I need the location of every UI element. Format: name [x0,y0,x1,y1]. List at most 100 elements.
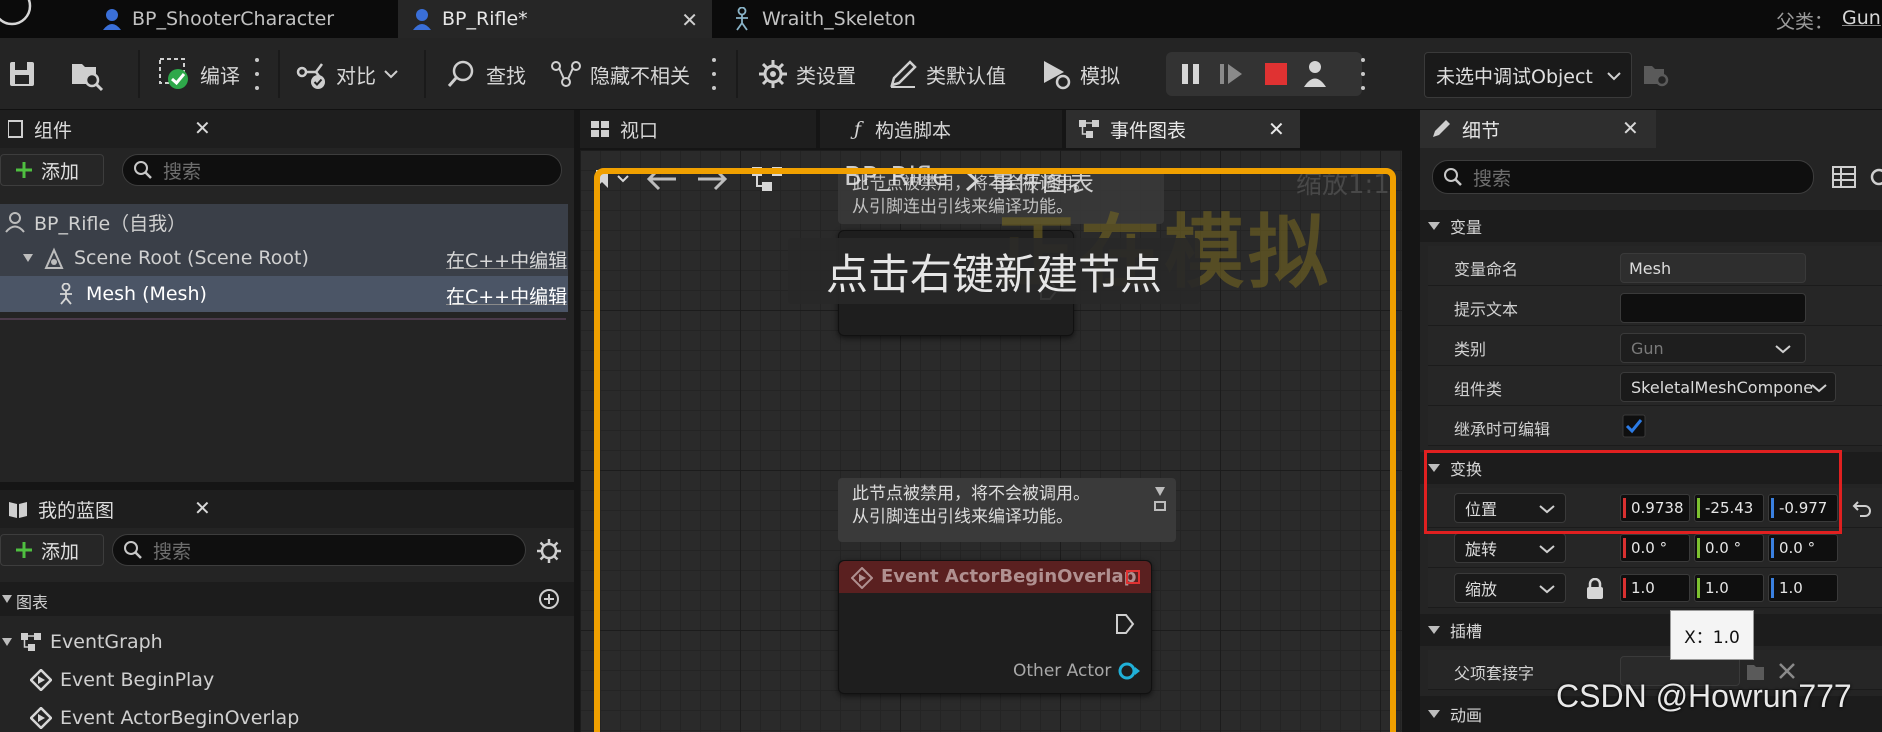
debug-object-dropdown[interactable]: 未选中调试Object [1424,52,1632,98]
location-z-input[interactable]: -0.977 [1768,494,1838,522]
scale-z-input[interactable]: 1.0 [1768,574,1838,602]
simulate-button[interactable]: 模拟 [1040,54,1120,94]
location-dropdown[interactable]: 位置 [1454,493,1566,523]
table-view-icon[interactable] [1832,166,1856,188]
scale-dropdown[interactable]: 缩放 [1454,573,1566,603]
find-button[interactable]: 查找 [446,54,526,94]
graph-node-actor-begin-overlap[interactable]: Event ActorBeginOverlap Other Actor [838,560,1152,694]
back-arrow-icon[interactable] [646,166,678,192]
graphs-section-header[interactable]: 图表 [0,582,574,616]
details-tab[interactable]: 细节 [1420,110,1656,148]
rotation-y-input[interactable]: 0.0 ° [1694,534,1764,562]
close-components-icon[interactable]: ✕ [194,116,211,140]
close-my-blueprint-icon[interactable]: ✕ [194,496,211,520]
my-blueprint-search-input[interactable]: 搜索 [112,534,526,566]
close-tab-icon[interactable]: ✕ [681,8,698,32]
edit-in-cpp-link[interactable]: 在C++中编辑 [446,246,567,273]
browse-icon[interactable] [70,58,104,92]
chevron-down-icon [1539,505,1555,514]
graph-item-eventgraph[interactable]: EventGraph [0,624,574,660]
class-defaults-button[interactable]: 类默认值 [888,54,1006,94]
component-class-dropdown[interactable]: SkeletalMeshCompone [1620,372,1836,402]
location-y-input[interactable]: -25.43 [1694,494,1764,522]
lock-icon[interactable] [1586,578,1604,600]
tab-construction-script[interactable]: ƒ 构造脚本 [820,110,1062,148]
section-sockets[interactable]: 插槽 [1420,614,1882,646]
diff-button[interactable]: 对比 [296,54,398,94]
close-tab-icon[interactable]: ✕ [1268,117,1285,141]
rotation-z-input[interactable]: 0.0 ° [1768,534,1838,562]
pin-icon[interactable] [1152,484,1168,514]
section-transform[interactable]: 变换 [1420,452,1882,484]
expand-triangle-icon [1428,222,1440,230]
tab-wraith-skeleton[interactable]: Wraith_Skeleton [718,0,1038,38]
play-options-icon[interactable] [1360,58,1366,90]
add-member-button[interactable]: 添加 [0,534,104,566]
rotation-x-input[interactable]: 0.0 ° [1620,534,1690,562]
debug-browse-icon[interactable] [1642,62,1670,88]
scale-y-input[interactable]: 1.0 [1694,574,1764,602]
tab-bp-rifle[interactable]: BP_Rifle* ✕ [398,0,712,38]
tab-event-graph[interactable]: 事件图表 ✕ [1066,110,1300,148]
component-item-self[interactable]: BP_Rifle（自我） [0,204,568,240]
component-item-mesh[interactable]: Mesh (Mesh) 在C++中编辑 [0,276,568,312]
bookmark-icon[interactable] [594,168,632,190]
details-search-input[interactable]: 搜索 [1432,160,1814,194]
row-rotation: 旋转 0.0 ° 0.0 ° 0.0 ° [1428,528,1882,568]
close-details-icon[interactable]: ✕ [1622,116,1639,140]
section-variable[interactable]: 变量 [1420,210,1882,242]
category-dropdown[interactable]: Gun [1620,333,1806,363]
chevron-down-icon [1811,384,1827,393]
class-settings-button[interactable]: 类设置 [758,54,856,94]
frame-skip-icon[interactable] [1218,62,1244,86]
viewport-icon [591,121,609,137]
hide-unrelated-options-icon[interactable] [711,58,717,90]
checkbox-checked-icon[interactable] [1622,414,1646,438]
exec-pin-icon[interactable] [1115,613,1135,635]
parent-class-label: 父类： [1776,11,1834,33]
graph-icon [21,633,41,651]
simulate-icon [1044,61,1071,90]
expand-triangle-icon [2,638,12,646]
toolbar-separator [278,50,280,98]
add-component-button[interactable]: 添加 [0,154,104,186]
drop-indicator-line [0,318,566,320]
event-graph-canvas[interactable]: 此节点被禁用，将不会被调用。 从引脚连出引线来编译功能。 BP_Rifle 事件… [580,150,1402,732]
variable-name-input[interactable]: Mesh [1620,253,1806,283]
add-graph-icon[interactable] [538,588,560,610]
save-icon[interactable] [8,60,36,88]
rotation-dropdown[interactable]: 旋转 [1454,533,1566,563]
tab-bp-shootercharacter[interactable]: BP_ShooterCharacter [88,0,398,38]
graph-item-actor-begin-overlap[interactable]: Event ActorBeginOverlap [0,700,574,732]
breadcrumb-root[interactable]: BP_Rifle [844,162,948,192]
forward-arrow-icon[interactable] [696,166,728,192]
tooltip-input[interactable] [1620,293,1806,323]
delegate-pin-icon[interactable] [1125,569,1141,585]
graph-item-begin-play[interactable]: Event BeginPlay [0,662,574,698]
center-tab-bar: 视口 ƒ 构造脚本 事件图表 ✕ [580,110,1402,150]
stop-icon[interactable] [1264,62,1288,86]
pause-icon[interactable] [1180,62,1202,86]
scale-x-input[interactable]: 1.0 [1620,574,1690,602]
row-category: 类别 Gun [1428,326,1882,366]
tab-viewport[interactable]: 视口 [580,110,816,148]
gear-icon[interactable] [536,538,562,564]
plus-icon [16,542,32,558]
hide-unrelated-button[interactable]: 隐藏不相关 [550,54,690,94]
edit-in-cpp-link[interactable]: 在C++中编辑 [446,282,567,309]
event-icon [30,707,52,729]
reset-to-default-icon[interactable] [1852,500,1872,518]
components-icon [8,120,23,138]
compile-options-icon[interactable] [254,58,260,90]
components-search-input[interactable]: 搜索 [122,154,562,186]
unreal-logo-icon[interactable] [0,0,34,34]
diff-icon [296,63,325,89]
expand-triangle-icon [1428,710,1440,718]
location-x-input[interactable]: 0.9738 [1620,494,1690,522]
gear-icon[interactable] [1866,164,1882,190]
compile-button[interactable]: 编译 [158,54,240,94]
object-pin-icon[interactable] [1117,661,1141,681]
component-item-scene-root[interactable]: Scene Root (Scene Root) 在C++中编辑 [0,240,568,276]
possess-player-icon[interactable] [1302,60,1328,88]
parent-class-link[interactable]: Gun [1842,7,1881,29]
